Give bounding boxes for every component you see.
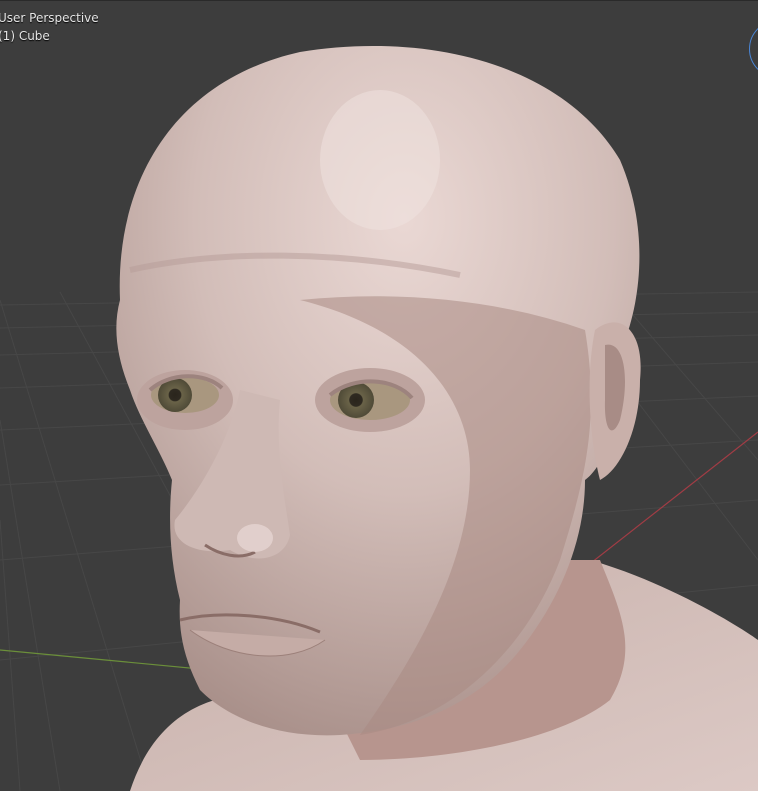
viewport-active-object: (1) Cube	[0, 29, 50, 43]
nose-tip-highlight	[237, 524, 273, 552]
3d-viewport[interactable]: User Perspective (1) Cube	[0, 0, 758, 791]
viewport-scene[interactable]	[0, 0, 758, 791]
forehead-highlight	[320, 90, 440, 230]
viewport-view-name: User Perspective	[0, 11, 99, 25]
